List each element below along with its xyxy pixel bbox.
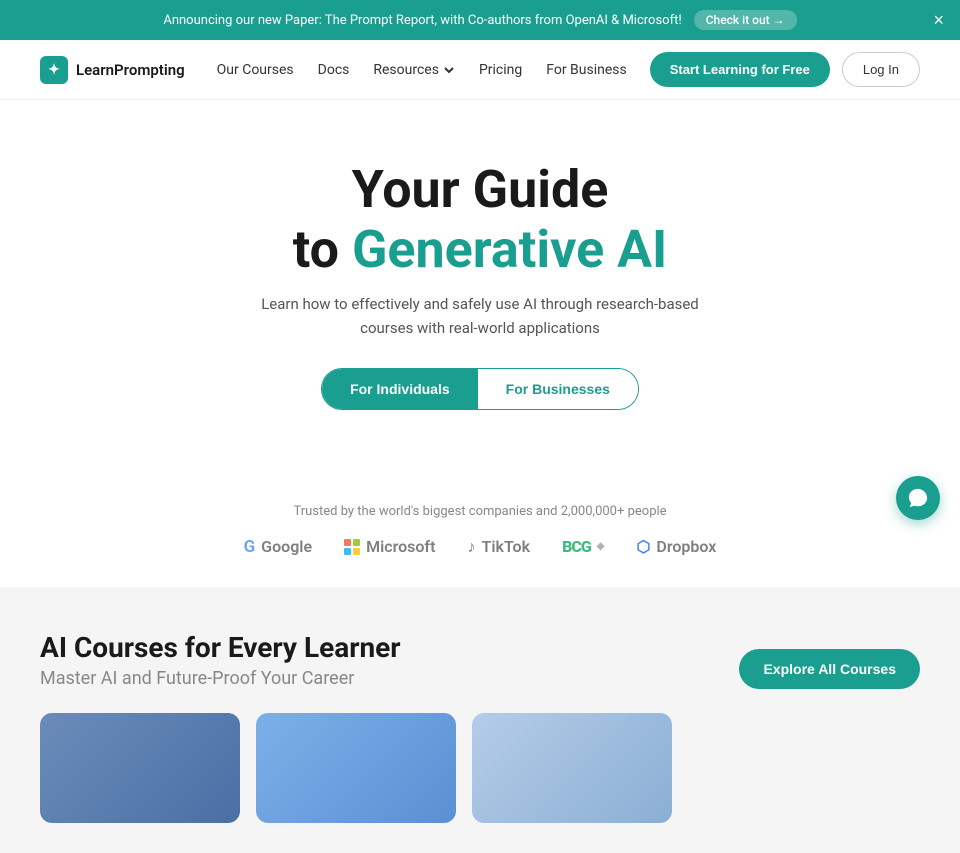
nav-item-docs[interactable]: Docs xyxy=(318,62,350,78)
nav-item-resources[interactable]: Resources xyxy=(373,62,455,78)
logo-icon: ✦ xyxy=(40,56,68,84)
hero-btn-group: For Individuals For Businesses xyxy=(321,368,639,410)
courses-subheading: Master AI and Future-Proof Your Career xyxy=(40,668,401,689)
navbar: ✦ LearnPrompting Our Courses Docs Resour… xyxy=(0,40,960,100)
nav-link-pricing[interactable]: Pricing xyxy=(479,62,522,78)
hero-subtitle: Learn how to effectively and safely use … xyxy=(250,292,710,340)
nav-link-for-business[interactable]: For Business xyxy=(546,62,626,78)
nav-item-courses[interactable]: Our Courses xyxy=(217,62,294,78)
course-card-3[interactable] xyxy=(472,713,672,823)
hero-line2-accent: Generative AI xyxy=(352,219,667,280)
for-individuals-button[interactable]: For Individuals xyxy=(322,369,478,409)
for-businesses-button[interactable]: For Businesses xyxy=(478,369,638,409)
bcg-tagline: ◆ xyxy=(597,541,605,552)
announcement-bar: Announcing our new Paper: The Prompt Rep… xyxy=(0,0,960,40)
hero-section: Your Guide to Generative AI Learn how to… xyxy=(0,100,960,494)
hero-cta-group: For Individuals For Businesses xyxy=(40,368,920,410)
chat-icon xyxy=(907,487,929,509)
courses-section: AI Courses for Every Learner Master AI a… xyxy=(0,587,960,853)
start-learning-button[interactable]: Start Learning for Free xyxy=(650,52,830,87)
courses-header: AI Courses for Every Learner Master AI a… xyxy=(40,631,920,689)
announcement-text: Announcing our new Paper: The Prompt Rep… xyxy=(163,13,681,28)
nav-link-courses[interactable]: Our Courses xyxy=(217,62,294,78)
log-in-button[interactable]: Log In xyxy=(842,52,920,87)
announcement-cta[interactable]: Check it out → xyxy=(694,10,797,30)
trusted-label: Trusted by the world's biggest companies… xyxy=(40,504,920,519)
course-card-1[interactable] xyxy=(40,713,240,823)
announcement-close-button[interactable]: × xyxy=(933,11,944,29)
nav-left: ✦ LearnPrompting Our Courses Docs Resour… xyxy=(40,56,627,84)
logo-text: LearnPrompting xyxy=(76,61,185,79)
explore-all-courses-button[interactable]: Explore All Courses xyxy=(739,649,920,689)
trusted-section: Trusted by the world's biggest companies… xyxy=(0,494,960,587)
course-card-2[interactable] xyxy=(256,713,456,823)
nav-item-for-business[interactable]: For Business xyxy=(546,62,626,78)
chat-bubble-button[interactable] xyxy=(896,476,940,520)
courses-heading: AI Courses for Every Learner xyxy=(40,631,401,664)
hero-line2-plain: to xyxy=(293,219,352,280)
nav-link-docs[interactable]: Docs xyxy=(318,62,350,78)
nav-links: Our Courses Docs Resources Pricing For B… xyxy=(217,62,627,78)
hero-line1: Your Guide xyxy=(352,159,609,220)
courses-header-left: AI Courses for Every Learner Master AI a… xyxy=(40,631,401,689)
course-cards-row xyxy=(40,713,920,823)
nav-right: Start Learning for Free Log In xyxy=(650,52,920,87)
microsoft-icon xyxy=(344,539,360,555)
nav-link-resources[interactable]: Resources xyxy=(373,62,455,78)
nav-item-pricing[interactable]: Pricing xyxy=(479,62,522,78)
hero-heading: Your Guide to Generative AI xyxy=(40,160,920,280)
logo[interactable]: ✦ LearnPrompting xyxy=(40,56,185,84)
